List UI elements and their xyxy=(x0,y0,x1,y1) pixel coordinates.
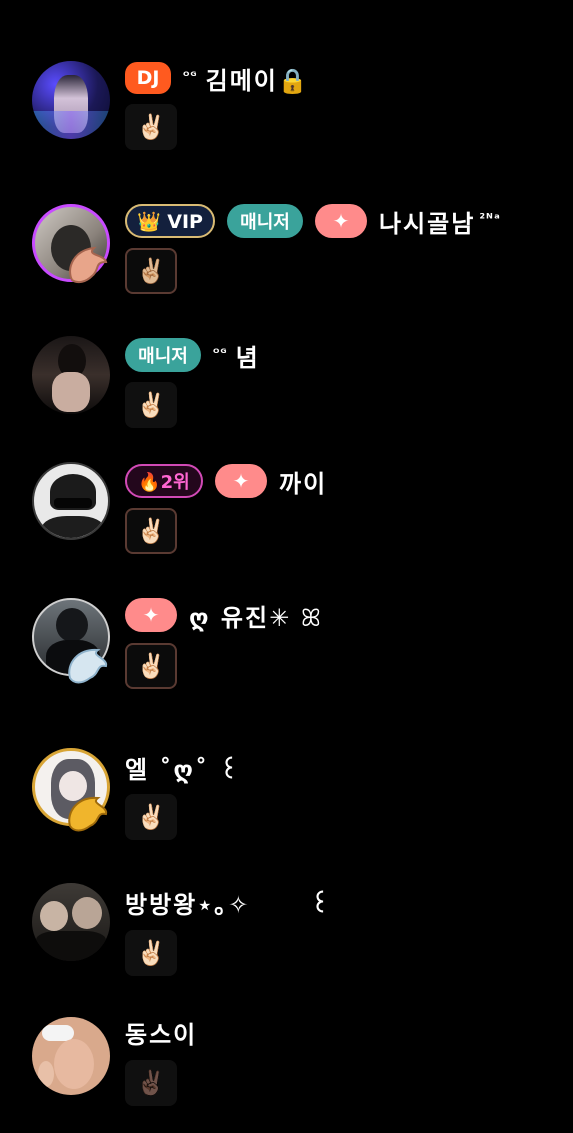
avatar[interactable] xyxy=(32,61,110,139)
name-suffix: ꒰ xyxy=(310,890,332,918)
manager-badge: 매니저 xyxy=(227,204,303,238)
username[interactable]: ღ 유진✳ ꕤ xyxy=(189,598,323,633)
username[interactable]: 까이 xyxy=(279,464,327,499)
reaction-peace[interactable]: ✌🏼 xyxy=(125,248,177,294)
name-text: 나시골남 xyxy=(379,209,476,238)
name-text: 유진 xyxy=(220,603,270,632)
peace-hand-icon: ✌🏿 xyxy=(136,1069,166,1097)
name-text: 김메이 xyxy=(205,66,278,95)
reaction-peace[interactable]: ✌🏻 xyxy=(125,104,177,150)
wing-frame-icon xyxy=(64,242,110,286)
peace-hand-icon: ✌🏻 xyxy=(136,939,166,967)
reaction-peace[interactable]: ✌🏿 xyxy=(125,1060,177,1106)
rank-badge: 🔥2위 xyxy=(125,464,203,498)
avatar[interactable] xyxy=(32,336,110,414)
avatar[interactable] xyxy=(32,883,110,961)
avatar[interactable] xyxy=(32,462,110,540)
sparkle-badge: ✦ xyxy=(125,598,177,632)
wing-frame-icon xyxy=(64,790,110,834)
name-prefix: ღ xyxy=(189,603,211,632)
username[interactable]: 동스이 xyxy=(125,1015,197,1050)
sparkle-badge: ✦ xyxy=(315,204,367,238)
sparkle-badge: ✦ xyxy=(215,464,267,498)
avatar[interactable] xyxy=(32,1017,110,1095)
reaction-peace[interactable]: ✌🏻 xyxy=(125,643,177,689)
peace-hand-icon: ✌🏻 xyxy=(136,517,166,545)
dj-badge: DJ xyxy=(125,62,171,94)
username[interactable]: ᴼᴳ 념 xyxy=(213,338,260,373)
peace-hand-icon: ✌🏻 xyxy=(136,652,166,680)
peace-hand-icon: ✌🏻 xyxy=(136,803,166,831)
peace-hand-icon: ✌🏼 xyxy=(136,257,166,285)
name-prefix: ᴼᴳ xyxy=(213,345,228,360)
name-suffix: ²ᴺᵃ xyxy=(479,211,501,227)
vip-badge: 👑 VIP xyxy=(125,204,215,238)
peace-hand-icon: ✌🏻 xyxy=(136,391,166,419)
reaction-peace[interactable]: ✌🏻 xyxy=(125,794,177,840)
name-prefix: ᴼᴳ xyxy=(183,68,198,83)
username[interactable]: ᴼᴳ 김메이🔒 xyxy=(183,61,310,96)
reaction-peace[interactable]: ✌🏻 xyxy=(125,382,177,428)
name-text: 념 xyxy=(235,343,260,372)
name-suffix: ✳ ꕤ xyxy=(269,603,323,632)
username[interactable]: 나시골남 ²ᴺᵃ xyxy=(379,204,501,239)
wing-frame-icon xyxy=(64,642,110,686)
username[interactable]: 방방왕⋆｡✧ xyxy=(125,885,250,920)
lock-icon: 🔒 xyxy=(277,66,310,95)
manager-badge: 매니저 xyxy=(125,338,201,372)
reaction-peace[interactable]: ✌🏻 xyxy=(125,508,177,554)
reaction-peace[interactable]: ✌🏻 xyxy=(125,930,177,976)
username[interactable]: 엘 ˚ღ˚ ꒰ xyxy=(125,750,240,785)
peace-hand-icon: ✌🏻 xyxy=(136,113,166,141)
